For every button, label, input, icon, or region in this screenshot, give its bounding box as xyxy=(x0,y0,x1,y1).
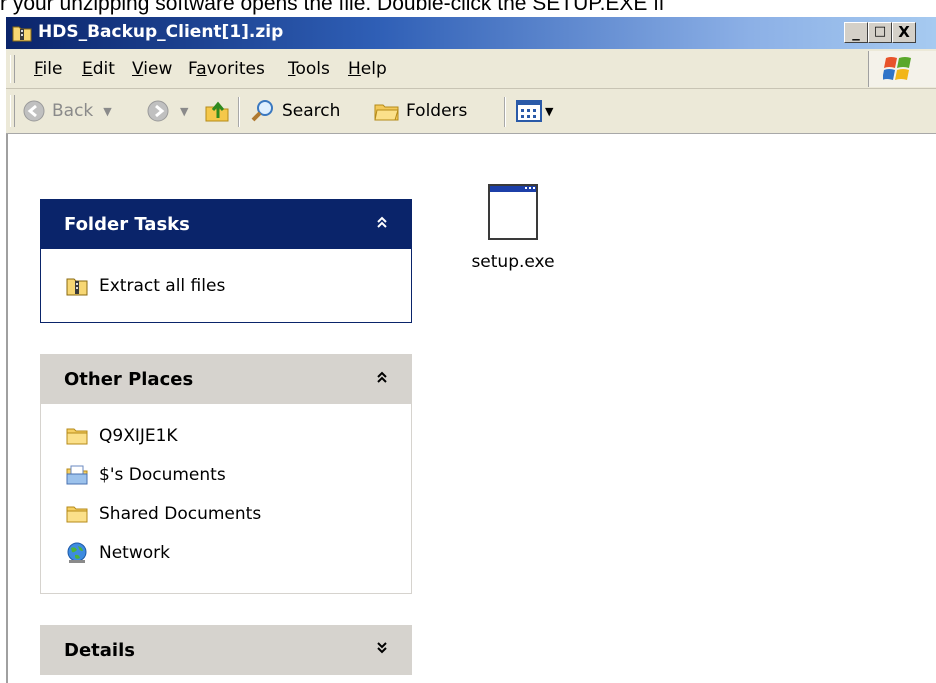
window-title: HDS_Backup_Client[1].zip xyxy=(38,22,284,42)
menu-grip[interactable] xyxy=(10,55,15,83)
back-button[interactable]: Back ▼ xyxy=(22,98,112,124)
toolbar-separator xyxy=(504,97,506,127)
folders-icon xyxy=(374,104,399,121)
close-button[interactable]: X xyxy=(892,22,916,43)
folder-tasks-body: Extract all files xyxy=(40,249,412,323)
maximize-button[interactable]: □ xyxy=(868,22,892,43)
back-dropdown-icon[interactable]: ▼ xyxy=(103,105,111,118)
file-setup-exe[interactable]: setup.exe xyxy=(458,184,568,272)
menu-file[interactable]: File xyxy=(34,59,62,79)
windows-logo-area xyxy=(868,51,936,87)
collapse-chevron-icon[interactable] xyxy=(376,213,388,232)
menu-tools[interactable]: Tools xyxy=(288,59,330,79)
search-icon xyxy=(251,100,273,122)
place-q9xije1k-link[interactable]: Q9XIJE1K xyxy=(65,424,178,448)
place-my-documents-link[interactable]: $'s Documents xyxy=(65,463,226,487)
windows-flag-icon xyxy=(883,57,911,80)
other-places-body: Q9XIJE1K $'s Documents Shared Documents … xyxy=(40,404,412,594)
instruction-caption: r your unzipping software opens the file… xyxy=(0,0,664,15)
search-button[interactable]: Search xyxy=(250,98,340,124)
folder-icon xyxy=(65,502,89,526)
forward-arrow-icon xyxy=(147,100,169,122)
folder-tasks-title: Folder Tasks xyxy=(64,214,190,235)
documents-folder-icon xyxy=(65,463,89,487)
menu-help[interactable]: Help xyxy=(348,59,387,79)
menu-view[interactable]: View xyxy=(132,59,172,79)
toolbar-separator xyxy=(238,97,240,127)
place-shared-documents-link[interactable]: Shared Documents xyxy=(65,502,261,526)
menu-bar: File Edit View Favorites Tools Help xyxy=(6,49,936,89)
standard-toolbar: Back ▼ ▼ Search Folders ▼ xyxy=(6,89,936,134)
other-places-header[interactable]: Other Places xyxy=(40,354,412,404)
zip-folder-icon xyxy=(12,24,32,47)
toolbar-grip[interactable] xyxy=(10,95,15,127)
forward-dropdown-icon[interactable]: ▼ xyxy=(180,105,188,118)
extract-all-files-link[interactable]: Extract all files xyxy=(65,274,225,298)
collapse-chevron-icon[interactable] xyxy=(376,368,388,387)
views-button[interactable]: ▼ xyxy=(516,98,553,124)
forward-button[interactable]: ▼ xyxy=(146,98,188,124)
views-dropdown-icon: ▼ xyxy=(545,104,554,118)
up-folder-icon xyxy=(205,101,229,122)
expand-chevron-icon[interactable] xyxy=(376,639,388,658)
zip-extract-icon xyxy=(65,274,89,298)
minimize-button[interactable]: _ xyxy=(844,22,868,43)
folder-tasks-header[interactable]: Folder Tasks xyxy=(40,199,412,249)
details-header[interactable]: Details xyxy=(40,625,412,675)
title-bar[interactable]: HDS_Backup_Client[1].zip _ □ X xyxy=(6,17,936,49)
application-window-icon xyxy=(488,184,538,240)
file-name-label: setup.exe xyxy=(471,252,555,272)
menu-favorites[interactable]: Favorites xyxy=(188,59,265,79)
folders-button[interactable]: Folders xyxy=(374,98,467,124)
back-arrow-icon xyxy=(23,100,45,122)
place-network-link[interactable]: Network xyxy=(65,541,170,565)
network-globe-icon xyxy=(65,541,89,565)
folder-icon xyxy=(65,424,89,448)
details-title: Details xyxy=(64,640,135,661)
up-folder-button[interactable] xyxy=(204,98,230,124)
explorer-window: HDS_Backup_Client[1].zip _ □ X File Edit… xyxy=(6,17,936,683)
content-area: Folder Tasks Extract all files Other Pla… xyxy=(6,134,936,683)
menu-edit[interactable]: Edit xyxy=(82,59,115,79)
views-icon xyxy=(516,100,542,122)
other-places-title: Other Places xyxy=(64,369,194,390)
